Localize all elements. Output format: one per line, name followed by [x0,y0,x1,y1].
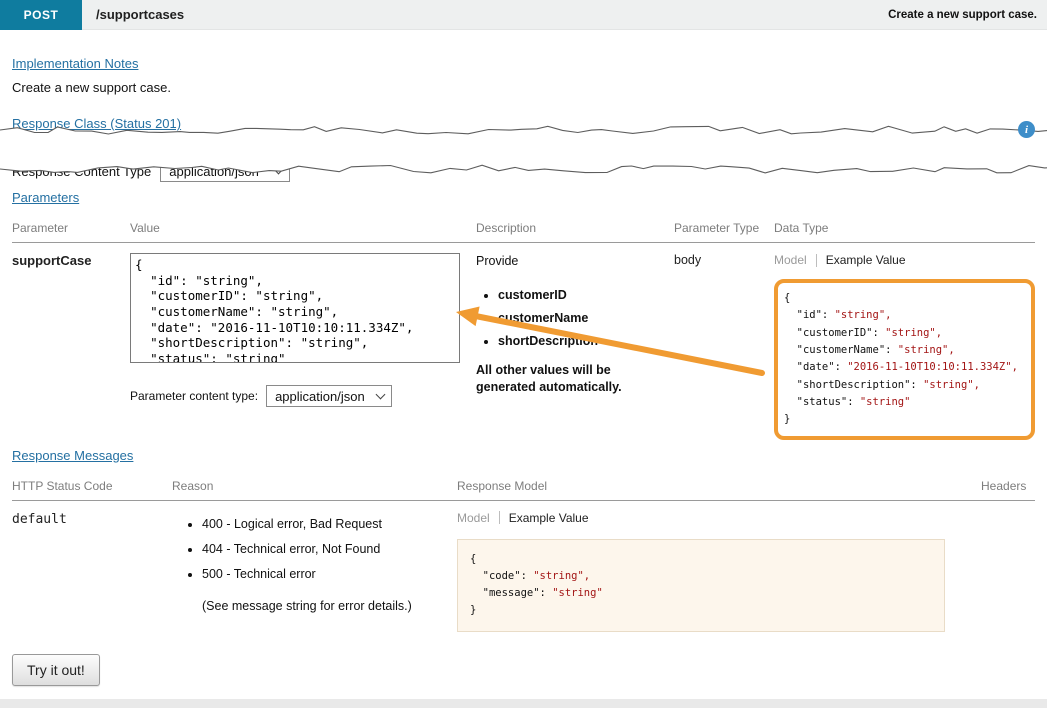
operation-body: Implementation Notes Create a new suppor… [0,30,1047,686]
response-content-type-select[interactable]: application/json [160,160,290,182]
json-line: "date": "2016-11-10T10:10:11.334Z", [784,359,1025,376]
reason-note: (See message string for error details.) [202,599,457,613]
info-icon-glyph: i [1025,124,1028,136]
tab-divider [816,254,817,267]
parameters-link[interactable]: Parameters [12,190,79,205]
response-messages-table: HTTP Status Code Reason Response Model H… [12,479,1035,640]
data-type-cell: Model Example Value { "id": "string", "c… [774,253,1035,440]
col-description: Description [476,221,674,235]
response-row: default 400 - Logical error, Bad Request… [12,501,1035,640]
http-method-badge: POST [0,0,82,30]
description-bullet: customerID [498,288,660,302]
response-example-box: { "code": "string", "message": "string" … [457,539,945,632]
example-value-snippet: { "id": "string", "customerID": "string"… [780,285,1029,434]
json-line: "shortDescription": "string", [784,377,1025,394]
col-data-type: Data Type [774,221,1035,235]
parameters-table-header: Parameter Value Description Parameter Ty… [12,221,1035,243]
description-note: All other values will be generated autom… [476,362,660,396]
description-bullet-list: customerID customerName shortDescription [476,288,660,348]
param-value-cell: { "id": "string", "customerID": "string"… [130,253,476,440]
col-response-model: Response Model [457,479,955,493]
response-model-cell: Model Example Value { "code": "string", … [457,511,955,632]
parameter-type-value: body [674,253,701,267]
endpoint-summary: Create a new support case. [888,9,1037,21]
description-intro: Provide [476,254,660,268]
response-content-type-label: Response Content Type [12,164,151,179]
parameter-content-type-value: application/json [275,389,365,404]
endpoint-path-link[interactable]: /supportcases [96,7,184,22]
response-messages-link[interactable]: Response Messages [12,448,133,463]
json-line: "code": "string", [470,568,932,585]
response-content-type-value: application/json [169,164,259,179]
json-line: { [784,290,1025,307]
reason-cell: 400 - Logical error, Bad Request 404 - T… [172,511,457,632]
parameter-type-cell: body [674,253,774,440]
tab-model[interactable]: Model [457,511,490,525]
response-example-snippet: { "code": "string", "message": "string" … [466,546,936,625]
param-name: supportCase [12,253,91,268]
parameter-content-type-label: Parameter content type: [130,389,258,403]
status-code-cell: default [12,511,172,632]
description-bullet: shortDescription [498,334,660,348]
status-code-value: default [12,512,67,527]
parameters-table: Parameter Value Description Parameter Ty… [12,221,1035,448]
chevron-down-icon [274,164,284,174]
json-line: "customerName": "string", [784,342,1025,359]
parameter-content-type-select[interactable]: application/json [266,385,392,407]
col-headers: Headers [955,479,1035,493]
response-content-type-row: Response Content Type application/json [12,160,290,182]
col-parameter: Parameter [12,221,130,235]
swagger-operation-page: POST /supportcases Create a new support … [0,0,1047,708]
reason-bullet: 500 - Technical error [202,567,457,581]
implementation-notes-link[interactable]: Implementation Notes [12,56,138,71]
response-class-link[interactable]: Response Class (Status 201) [12,116,181,131]
tab-example-value[interactable]: Example Value [509,511,589,525]
reason-bullet-list: 400 - Logical error, Bad Request 404 - T… [172,517,457,581]
tab-divider [499,511,500,524]
annotation-highlight-border: { "id": "string", "customerID": "string"… [774,279,1035,440]
col-http-status-code: HTTP Status Code [12,479,172,493]
json-line: { [470,551,932,568]
json-line: } [784,411,1025,428]
operation-header-bar[interactable]: POST /supportcases Create a new support … [0,0,1047,30]
param-name-cell: supportCase [12,253,130,440]
col-reason: Reason [172,479,457,493]
response-model-tabs: Model Example Value [457,511,955,525]
parameter-content-type-row: Parameter content type: application/json [130,385,476,407]
torn-screenshot-region: Response Class (Status 201) Response Con… [12,116,1035,190]
reason-bullet: 404 - Technical error, Not Found [202,542,457,556]
json-line: } [470,602,932,619]
info-icon[interactable]: i [1018,121,1035,138]
tab-model[interactable]: Model [774,253,807,267]
description-bullet: customerName [498,311,660,325]
col-parameter-type: Parameter Type [674,221,774,235]
tab-example-value[interactable]: Example Value [826,253,906,267]
footer-bar [0,699,1047,708]
json-line: "status": "string" [784,394,1025,411]
param-value-textarea[interactable]: { "id": "string", "customerID": "string"… [130,253,460,363]
data-type-tabs: Model Example Value [774,253,1035,267]
headers-cell [955,511,1035,632]
col-value: Value [130,221,476,235]
response-table-header: HTTP Status Code Reason Response Model H… [12,479,1035,501]
chevron-down-icon [376,389,386,399]
try-it-out-button[interactable]: Try it out! [12,654,100,686]
param-description-cell: Provide customerID customerName shortDes… [476,253,674,440]
parameter-row: supportCase { "id": "string", "customerI… [12,243,1035,448]
json-line: "id": "string", [784,307,1025,324]
json-line: "message": "string" [470,585,932,602]
implementation-notes-text: Create a new support case. [12,80,1035,95]
reason-bullet: 400 - Logical error, Bad Request [202,517,457,531]
json-line: "customerID": "string", [784,325,1025,342]
